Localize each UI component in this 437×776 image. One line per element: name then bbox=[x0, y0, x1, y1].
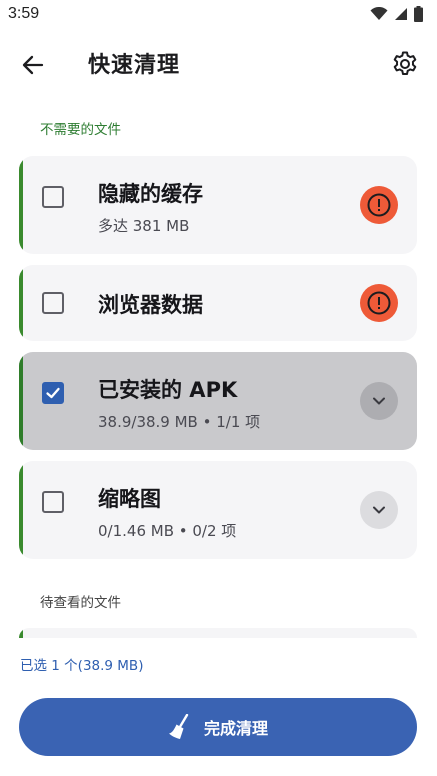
list-item-partial[interactable] bbox=[19, 628, 417, 638]
card-accent-bar bbox=[19, 265, 23, 341]
card-title: 已安装的 APK bbox=[98, 378, 238, 402]
card-subtitle: 38.9/38.9 MB • 1/1 项 bbox=[98, 413, 261, 431]
checkbox[interactable] bbox=[42, 491, 64, 513]
card-accent-bar bbox=[19, 352, 23, 450]
check-icon bbox=[46, 387, 60, 399]
expand-button[interactable] bbox=[360, 382, 398, 420]
warning-button[interactable] bbox=[360, 186, 398, 224]
card-title: 隐藏的缓存 bbox=[98, 182, 203, 206]
selected-summary: 已选 1 个(38.9 MB) bbox=[20, 658, 144, 674]
status-time: 3:59 bbox=[8, 5, 40, 22]
list-item-thumbnails[interactable]: 缩略图 0/1.46 MB • 0/2 项 bbox=[19, 461, 417, 559]
expand-button[interactable] bbox=[360, 491, 398, 529]
list-item-hidden-cache[interactable]: 隐藏的缓存 多达 381 MB bbox=[19, 156, 417, 254]
page-title: 快速清理 bbox=[88, 53, 181, 78]
wifi-icon bbox=[370, 7, 388, 20]
back-button[interactable] bbox=[18, 50, 48, 80]
signal-icon bbox=[395, 8, 407, 20]
card-accent-bar bbox=[19, 156, 23, 254]
settings-button[interactable] bbox=[389, 48, 421, 80]
section-label-files-to-review: 待查看的文件 bbox=[40, 595, 121, 611]
warning-button[interactable] bbox=[360, 284, 398, 322]
checkbox-checked[interactable] bbox=[42, 382, 64, 404]
warning-icon bbox=[367, 193, 391, 217]
finish-cleanup-button[interactable]: 完成清理 bbox=[19, 698, 417, 756]
chevron-down-icon bbox=[373, 397, 385, 405]
chevron-down-icon bbox=[373, 506, 385, 514]
card-accent-bar bbox=[19, 461, 23, 559]
broom-icon bbox=[168, 714, 189, 739]
section-label-unneeded-files: 不需要的文件 bbox=[40, 122, 121, 138]
card-subtitle: 0/1.46 MB • 0/2 项 bbox=[98, 522, 237, 540]
card-title: 缩略图 bbox=[98, 487, 161, 511]
battery-icon bbox=[414, 6, 423, 22]
warning-icon bbox=[367, 291, 391, 315]
app-bar: 快速清理 bbox=[0, 38, 437, 90]
status-icons bbox=[370, 6, 423, 22]
card-title: 浏览器数据 bbox=[98, 293, 203, 317]
checkbox[interactable] bbox=[42, 292, 64, 314]
card-subtitle: 多达 381 MB bbox=[98, 217, 190, 235]
card-accent-bar bbox=[19, 628, 23, 638]
bottom-panel: 已选 1 个(38.9 MB) 完成清理 bbox=[0, 638, 437, 776]
checkbox[interactable] bbox=[42, 186, 64, 208]
arrow-back-icon bbox=[22, 55, 44, 75]
gear-icon bbox=[393, 51, 417, 75]
list-item-installed-apk[interactable]: 已安装的 APK 38.9/38.9 MB • 1/1 项 bbox=[19, 352, 417, 450]
finish-cleanup-label: 完成清理 bbox=[203, 719, 268, 738]
status-bar: 3:59 bbox=[0, 0, 437, 30]
list-item-browser-data[interactable]: 浏览器数据 bbox=[19, 265, 417, 341]
